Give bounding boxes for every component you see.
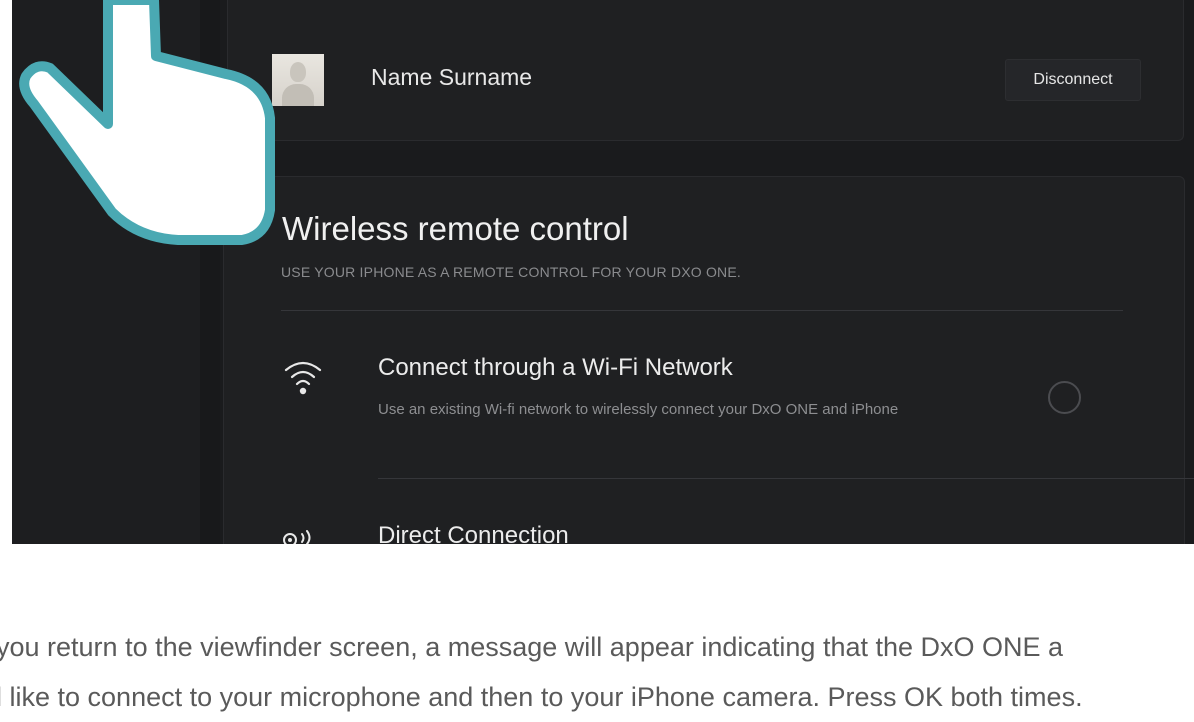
caption-line-2: l like to connect to your microphone and…: [0, 682, 1083, 712]
wifi-icon: [284, 361, 322, 395]
avatar-head: [290, 62, 306, 82]
wifi-option-radio[interactable]: [1048, 381, 1081, 414]
avatar-body: [282, 84, 314, 106]
caption-line-1: you return to the viewfinder screen, a m…: [0, 632, 1064, 662]
article-caption: you return to the viewfinder screen, a m…: [0, 622, 1194, 722]
section-title: Wireless remote control: [282, 210, 629, 247]
divider: [281, 310, 1123, 311]
section-subtitle: USE YOUR IPHONE AS A REMOTE CONTROL FOR …: [281, 264, 741, 280]
disconnect-button[interactable]: Disconnect: [1005, 59, 1141, 101]
wifi-option-description: Use an existing Wi-fi network to wireles…: [378, 401, 899, 418]
divider: [378, 478, 1194, 479]
account-name: Name Surname: [371, 64, 533, 90]
wifi-option-title[interactable]: Connect through a Wi-Fi Network: [378, 354, 733, 382]
direct-option-title[interactable]: Direct Connection: [378, 522, 569, 544]
direct-connection-icon: [283, 530, 311, 544]
pointing-hand-icon: [19, 0, 275, 245]
app-screenshot: Name Surname Disconnect Wireless remote …: [12, 0, 1194, 544]
